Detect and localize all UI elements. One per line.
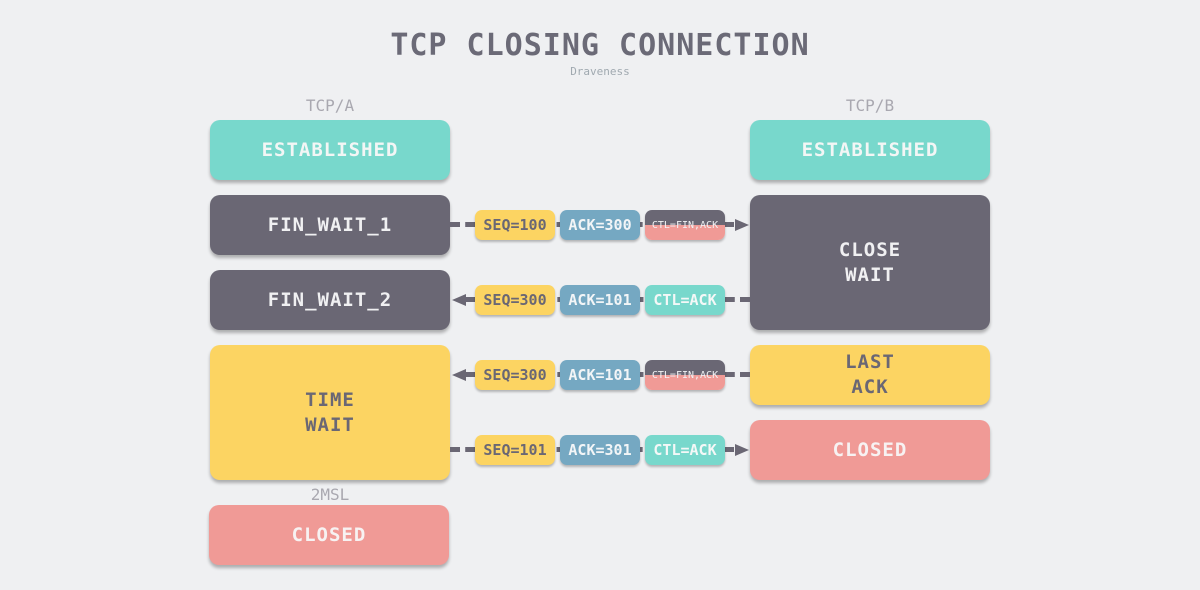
ack-badge: ACK=101 bbox=[560, 360, 640, 390]
state-b-last-ack: LAST ACK bbox=[750, 345, 990, 405]
arrow-left-icon bbox=[452, 294, 466, 306]
seq-badge: SEQ=100 bbox=[475, 210, 555, 240]
seq-badge: SEQ=101 bbox=[475, 435, 555, 465]
state-a-established: ESTABLISHED bbox=[210, 120, 450, 180]
diagram-title: TCP CLOSING CONNECTION bbox=[390, 28, 810, 63]
state-a-fin-wait-1: FIN_WAIT_1 bbox=[210, 195, 450, 255]
state-b-close-wait: CLOSE WAIT bbox=[750, 195, 990, 330]
ctl-badge: CTL=ACK bbox=[645, 435, 725, 465]
column-label-tcp-b: TCP/B bbox=[845, 96, 895, 115]
ctl-badge: CTL=FIN,ACK bbox=[645, 360, 725, 390]
ack-badge: ACK=301 bbox=[560, 435, 640, 465]
ack-badge: ACK=300 bbox=[560, 210, 640, 240]
seq-badge: SEQ=300 bbox=[475, 360, 555, 390]
ctl-badge: CTL=FIN,ACK bbox=[645, 210, 725, 240]
state-a-time-wait: TIME WAIT bbox=[210, 345, 450, 480]
state-b-established: ESTABLISHED bbox=[750, 120, 990, 180]
state-b-closed: CLOSED bbox=[750, 420, 990, 480]
diagram-subtitle: Draveness bbox=[570, 65, 630, 78]
column-label-tcp-a: TCP/A bbox=[305, 96, 355, 115]
ctl-badge: CTL=ACK bbox=[645, 285, 725, 315]
state-a-closed: CLOSED bbox=[209, 505, 449, 565]
state-a-fin-wait-2: FIN_WAIT_2 bbox=[210, 270, 450, 330]
timer-label-2msl: 2MSL bbox=[310, 485, 350, 504]
arrow-left-icon bbox=[452, 369, 466, 381]
arrow-right-icon bbox=[735, 219, 749, 231]
ack-badge: ACK=101 bbox=[560, 285, 640, 315]
arrow-right-icon bbox=[735, 444, 749, 456]
seq-badge: SEQ=300 bbox=[475, 285, 555, 315]
